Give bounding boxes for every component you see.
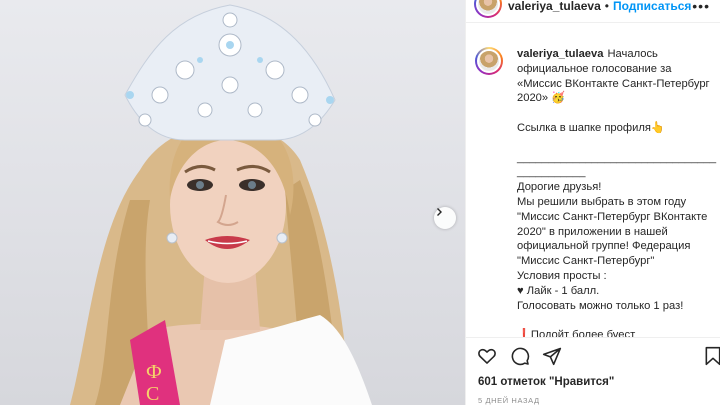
post-caption: valeriya_tulaeva Началось официальное гол… <box>517 47 717 337</box>
comment-icon[interactable] <box>510 346 530 366</box>
follow-button[interactable]: Подписаться <box>613 0 691 13</box>
header-text: valeriya_tulaeva • Подписаться <box>508 0 691 13</box>
portrait-image: Ф С <box>70 4 372 405</box>
caption-text: Началось официальное голосование за «Мис… <box>517 48 717 337</box>
sash-text-2: С <box>146 383 159 405</box>
post-side-panel: valeriya_tulaeva • Подписаться ••• valeriy… <box>466 0 720 405</box>
avatar[interactable] <box>474 0 502 18</box>
post-header: valeriya_tulaeva • Подписаться ••• <box>466 0 720 23</box>
caption-avatar[interactable] <box>475 47 503 75</box>
username-link[interactable]: valeriya_tulaeva <box>508 0 601 13</box>
next-photo-button[interactable] <box>434 207 456 229</box>
heart-icon[interactable] <box>477 346 497 366</box>
caption-username[interactable]: valeriya_tulaeva <box>517 48 603 60</box>
separator-dot: • <box>604 0 609 13</box>
sash-text-1: Ф <box>146 361 162 383</box>
bookmark-icon[interactable] <box>703 346 720 366</box>
chevron-right-icon <box>437 208 442 216</box>
comments-area[interactable]: valeriya_tulaeva Началось официальное гол… <box>466 37 720 337</box>
post-photo[interactable]: Ф С <box>0 0 465 405</box>
paper-plane-icon[interactable] <box>542 346 562 366</box>
post-time[interactable]: 5 ДНЕЙ НАЗАД <box>478 396 540 405</box>
action-bar: 601 отметок "Нравится" 5 ДНЕЙ НАЗАД <box>466 337 720 406</box>
likes-count[interactable]: 601 отметок "Нравится" <box>478 376 614 388</box>
more-horizontal-icon[interactable]: ••• <box>692 0 710 14</box>
